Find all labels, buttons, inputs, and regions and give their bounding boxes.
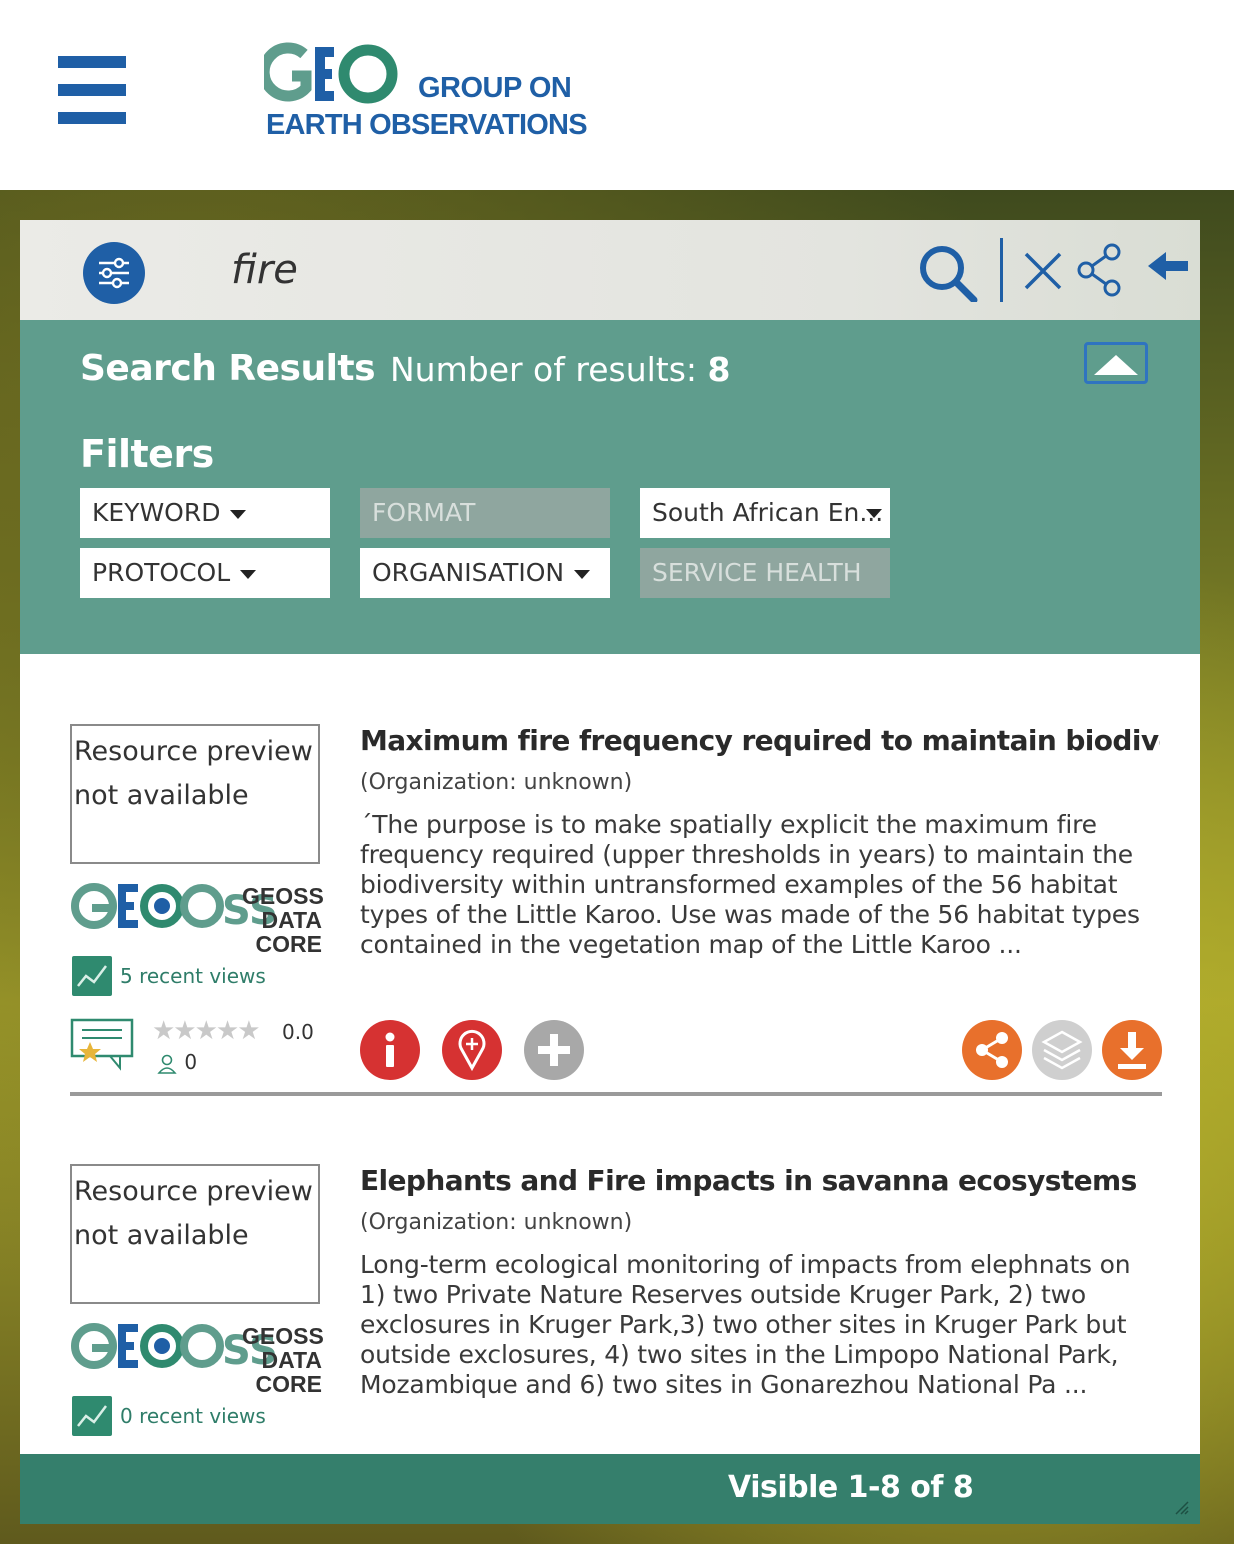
filter-organisation[interactable]: ORGANISATION xyxy=(360,548,610,598)
recent-views: 0 recent views xyxy=(72,1396,266,1436)
hamburger-menu-icon[interactable] xyxy=(58,56,126,124)
logo-text: GROUP ON EARTH OBSERVATIONS xyxy=(264,42,588,146)
search-divider xyxy=(1000,238,1003,302)
filter-format-label: FORMAT xyxy=(372,498,476,527)
layers-icon xyxy=(1041,1030,1083,1070)
filter-source-label: South African En... xyxy=(652,498,884,527)
sliders-icon-svg xyxy=(99,257,129,289)
filter-protocol-label: PROTOCOL xyxy=(92,558,231,587)
rating-stars[interactable]: ★★★★★ xyxy=(152,1016,261,1046)
results-count-value: 8 xyxy=(707,350,731,389)
map-pin-icon xyxy=(458,1029,486,1072)
caret-down-icon xyxy=(866,509,882,518)
caret-down-icon xyxy=(240,569,257,579)
recent-views: 5 recent views xyxy=(72,956,266,996)
trend-chart-icon xyxy=(72,956,112,996)
filter-service-health-label: SERVICE HEALTH xyxy=(652,558,862,587)
share-result-button[interactable] xyxy=(962,1020,1022,1080)
share-icon xyxy=(976,1032,1008,1068)
filter-format: FORMAT xyxy=(360,488,610,538)
results-header: Search Results Number of results: 8 Filt… xyxy=(20,320,1200,654)
info-button[interactable] xyxy=(360,1020,420,1080)
filter-organisation-label: ORGANISATION xyxy=(372,558,565,587)
review-certificate-icon[interactable] xyxy=(70,1016,136,1072)
trend-chart-icon xyxy=(72,1396,112,1436)
filter-keyword-label: KEYWORD xyxy=(92,498,221,527)
filter-source[interactable]: South African En... xyxy=(640,488,890,538)
resize-handle-icon[interactable] xyxy=(1172,1498,1190,1516)
result-title[interactable]: Elephants and Fire impacts in savanna ec… xyxy=(360,1164,1160,1197)
result-separator xyxy=(70,1092,1162,1096)
arrow-left-icon[interactable] xyxy=(1146,242,1190,302)
resource-preview-image[interactable]: Resource preview not available xyxy=(70,1164,320,1304)
rating-value: 0.0 xyxy=(282,1020,314,1044)
recent-views-text: 5 recent views xyxy=(120,964,266,988)
result-organization: (Organization: unknown) xyxy=(360,1210,633,1235)
filters-title: Filters xyxy=(80,432,214,476)
top-header: GROUP ON EARTH OBSERVATIONS xyxy=(0,0,1234,190)
download-button[interactable] xyxy=(1102,1020,1162,1080)
result-item: Resource preview not available SS GEOSS … xyxy=(70,724,1162,1104)
results-count: Number of results: 8 xyxy=(390,350,730,389)
geoss-logo-text: GEOSS DATA CORE xyxy=(242,883,324,957)
search-icon[interactable] xyxy=(916,242,980,302)
result-description: ´The purpose is to make spatially explic… xyxy=(360,810,1140,959)
result-title[interactable]: Maximum fire frequency required to maint… xyxy=(360,724,1160,757)
search-input[interactable] xyxy=(225,238,905,302)
result-organization: (Organization: unknown) xyxy=(360,770,633,795)
logo-line-1: GROUP ON xyxy=(418,72,572,104)
results-footer: Visible 1-8 of 8 xyxy=(20,1454,1200,1524)
geoss-data-core-logo: SS GEOSS DATA CORE xyxy=(70,1318,324,1396)
result-item: Resource preview not available SS GEOSS … xyxy=(70,1164,1162,1454)
rating-users-count: 0 xyxy=(184,1050,198,1074)
results-panel: Search Results Number of results: 8 Filt… xyxy=(20,220,1200,1524)
geo-logo[interactable]: GROUP ON EARTH OBSERVATIONS xyxy=(264,42,588,146)
search-results-title: Search Results xyxy=(80,348,376,389)
resource-preview-alt: Resource preview not available xyxy=(74,1176,313,1251)
add-button[interactable] xyxy=(524,1020,584,1080)
recent-views-text: 0 recent views xyxy=(120,1404,266,1428)
search-bar xyxy=(20,220,1200,320)
menu-bar xyxy=(58,84,126,96)
share-icon[interactable] xyxy=(1076,242,1126,302)
download-icon xyxy=(1118,1032,1146,1069)
menu-bar xyxy=(58,56,126,68)
geoss-data-core-logo: SS GEOSS DATA CORE xyxy=(70,878,324,956)
resource-preview-image[interactable]: Resource preview not available xyxy=(70,724,320,864)
filter-keyword[interactable]: KEYWORD xyxy=(80,488,330,538)
result-description: Long-term ecological monitoring of impac… xyxy=(360,1250,1131,1399)
menu-bar xyxy=(58,112,126,124)
sliders-icon[interactable] xyxy=(83,242,145,304)
caret-down-icon xyxy=(230,509,247,519)
close-icon[interactable] xyxy=(1022,242,1064,302)
resource-preview-alt: Resource preview not available xyxy=(74,736,313,811)
logo-line-2: EARTH OBSERVATIONS xyxy=(266,109,588,141)
chevron-up-icon xyxy=(1094,355,1138,375)
results-count-label: Number of results: xyxy=(390,350,708,389)
visible-range-text: Visible 1-8 of 8 xyxy=(728,1470,974,1505)
info-icon xyxy=(385,1032,395,1067)
filter-protocol[interactable]: PROTOCOL xyxy=(80,548,330,598)
caret-down-icon xyxy=(574,569,591,579)
rating: ★★★★★ 0.0 0 xyxy=(70,1016,330,1076)
geoss-logo-text: GEOSS DATA CORE xyxy=(242,1323,324,1397)
rating-users: 0 xyxy=(156,1050,197,1074)
filter-service-health: SERVICE HEALTH xyxy=(640,548,890,598)
layers-button[interactable] xyxy=(1032,1020,1092,1080)
collapse-button[interactable] xyxy=(1084,342,1148,384)
plus-icon xyxy=(538,1034,570,1066)
map-location-button[interactable] xyxy=(442,1020,502,1080)
user-icon xyxy=(157,1054,177,1074)
